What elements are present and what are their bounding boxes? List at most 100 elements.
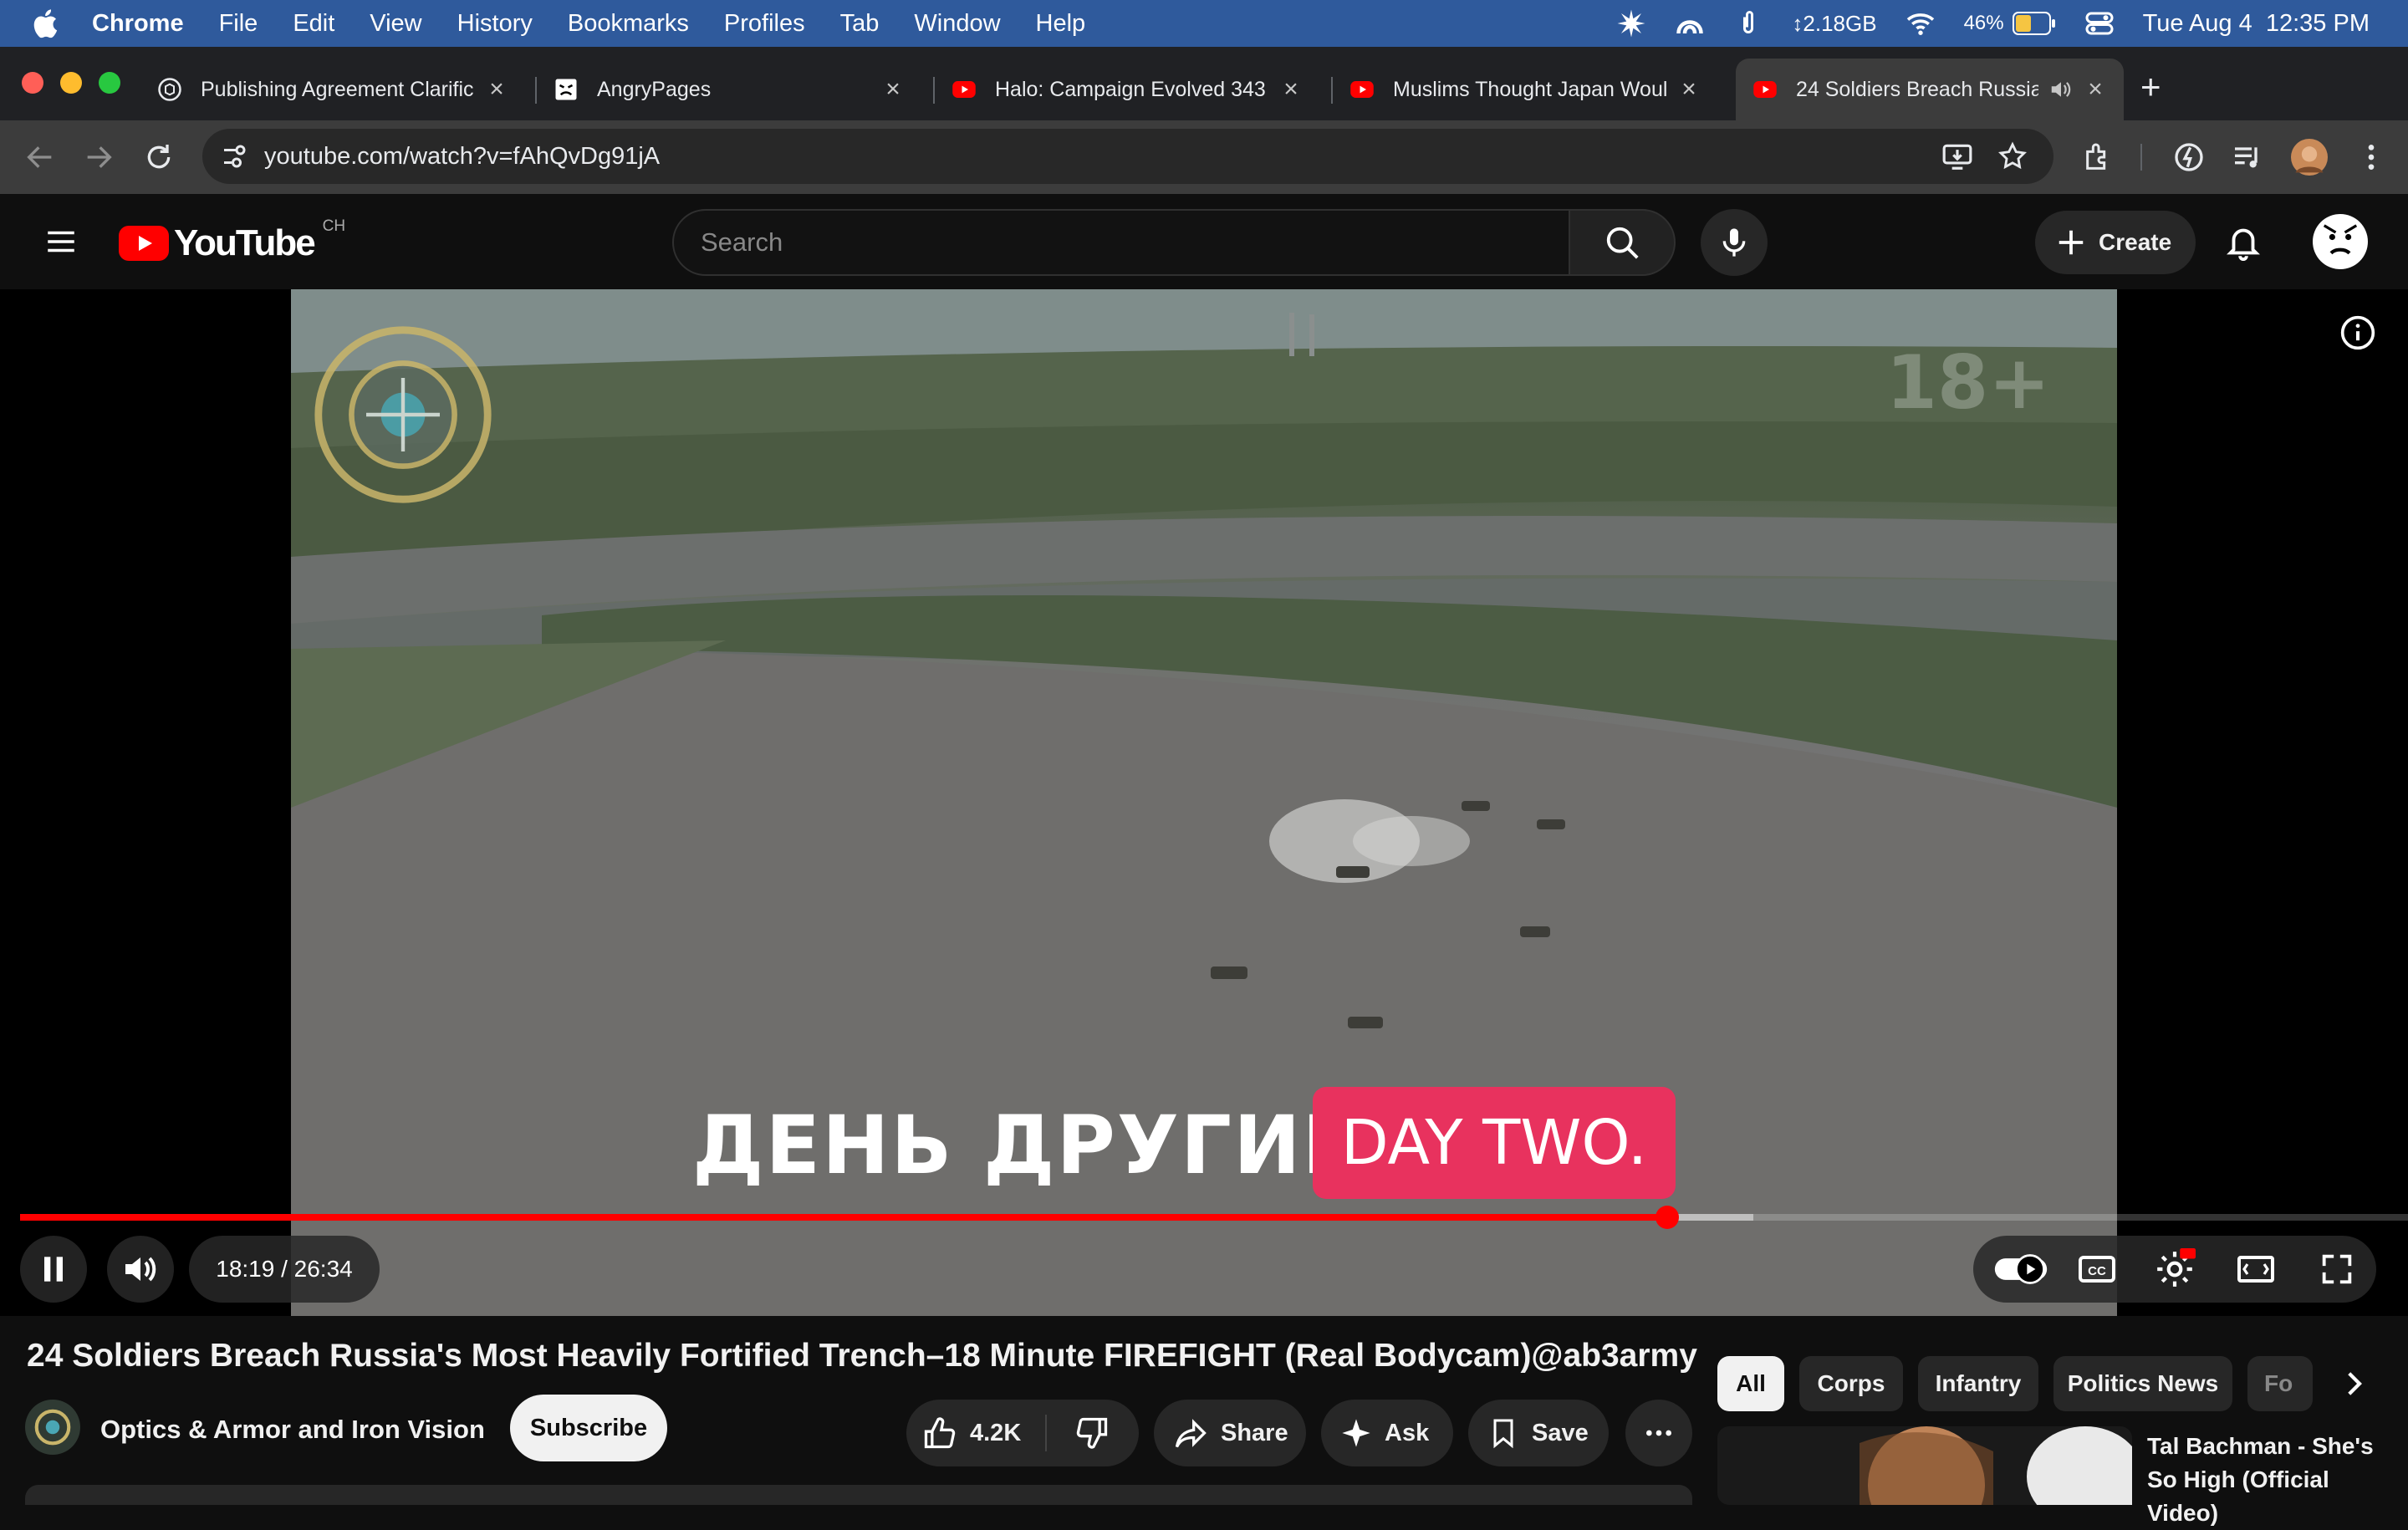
settings-gear-icon[interactable] (2154, 1248, 2196, 1290)
dislike-button[interactable] (1047, 1415, 1137, 1451)
progress-bar[interactable] (20, 1206, 2408, 1229)
profile-avatar[interactable] (2291, 139, 2328, 176)
media-controls-icon[interactable] (2231, 140, 2264, 174)
chip-label: Fo (2264, 1370, 2293, 1396)
save-label: Save (1532, 1419, 1589, 1446)
status-tray: ↕2.18GB 46% Tue Aug 4 12:35 PM (1616, 8, 2408, 38)
search-button[interactable] (1569, 209, 1676, 276)
volume-button[interactable] (107, 1236, 174, 1303)
channel-watermark-logo (314, 326, 492, 503)
arc-icon[interactable] (1675, 8, 1705, 38)
save-button[interactable]: Save (1468, 1400, 1609, 1466)
recommendation-title[interactable]: Tal Bachman - She's So High (Official Vi… (2147, 1430, 2374, 1530)
subscribe-button[interactable]: Subscribe (510, 1395, 667, 1461)
menu-profiles[interactable]: Profiles (724, 10, 805, 38)
paperclip-icon[interactable] (1733, 8, 1763, 38)
like-button[interactable]: 4.2K (906, 1415, 1045, 1451)
memory-readout[interactable]: ↕2.18GB (1792, 11, 1876, 37)
autoplay-toggle-icon[interactable] (1993, 1252, 2048, 1286)
apple-icon[interactable] (30, 7, 64, 40)
bookmark-star-icon[interactable] (1997, 140, 2028, 172)
search-input[interactable]: Search (672, 209, 1570, 276)
bookmark-save-icon (1493, 1419, 1513, 1449)
channel-avatar[interactable] (25, 1400, 80, 1455)
browser-toolbar: youtube.com/watch?v=fAhQvDg91jA (0, 120, 2408, 194)
wifi-icon[interactable] (1905, 8, 1936, 38)
video-frame[interactable]: 18+ ДЕНЬ ДРУГИЙ DAY TWO. (291, 289, 2117, 1316)
menu-app-name[interactable]: Chrome (92, 10, 184, 38)
reload-icon[interactable] (142, 140, 176, 174)
chrome-menu-icon[interactable] (2354, 140, 2388, 174)
audio-playing-icon[interactable] (2048, 77, 2074, 102)
chip-partial[interactable]: Fo (2247, 1356, 2313, 1411)
account-avatar[interactable] (2313, 214, 2368, 269)
menu-history[interactable]: History (457, 10, 533, 38)
play-pause-button[interactable] (20, 1236, 87, 1303)
menu-file[interactable]: File (219, 10, 258, 38)
menu-view[interactable]: View (370, 10, 421, 38)
menu-bookmarks[interactable]: Bookmarks (568, 10, 689, 38)
menu-tab[interactable]: Tab (840, 10, 880, 38)
youtube-logo-icon (119, 226, 169, 261)
site-info-icon[interactable] (219, 141, 249, 171)
url-text[interactable]: youtube.com/watch?v=fAhQvDg91jA (264, 143, 660, 171)
chip-all[interactable]: All (1717, 1356, 1784, 1411)
hamburger-menu-icon[interactable] (43, 224, 79, 259)
tab-publishing-agreement[interactable]: Publishing Agreement Clarific × (140, 59, 525, 120)
tab-close-icon[interactable]: × (881, 75, 905, 104)
volume-icon (125, 1257, 156, 1282)
window-close-button[interactable] (22, 72, 43, 94)
voice-search-button[interactable] (1701, 209, 1768, 276)
tab-24-soldiers[interactable]: 24 Soldiers Breach Russia × (1736, 59, 2124, 120)
channel-action-row: Optics & Armor and Iron Vision Subscribe… (0, 1395, 1706, 1471)
notifications-bell-icon[interactable] (2224, 222, 2263, 261)
recommendation-chips: All Corps Infantry Politics News Fo (1717, 1356, 2408, 1413)
time-display[interactable]: 18:19 / 26:34 (189, 1236, 380, 1303)
forward-icon[interactable] (82, 140, 115, 174)
menu-help[interactable]: Help (1036, 10, 1086, 38)
closed-captions-icon[interactable]: CC (2077, 1249, 2117, 1289)
sparkle-icon[interactable] (1616, 8, 1646, 38)
extensions-icon[interactable] (2082, 140, 2115, 174)
window-minimize-button[interactable] (60, 72, 82, 94)
tab-close-icon[interactable]: × (1279, 75, 1303, 104)
share-button[interactable]: Share (1154, 1400, 1306, 1466)
channel-name[interactable]: Optics & Armor and Iron Vision (100, 1415, 485, 1445)
tab-close-icon[interactable]: × (1677, 75, 1701, 104)
video-player[interactable]: 18+ ДЕНЬ ДРУГИЙ DAY TWO. 18:19 / 26:34 C… (0, 289, 2408, 1316)
back-icon[interactable] (23, 140, 57, 174)
recommendation-item[interactable]: Tal Bachman - She's So High (Official Vi… (1717, 1426, 2408, 1526)
tab-close-icon[interactable]: × (485, 75, 508, 104)
chip-politics-news[interactable]: Politics News (2053, 1356, 2232, 1411)
video-info-icon[interactable] (2339, 314, 2376, 351)
chip-corps[interactable]: Corps (1799, 1356, 1903, 1411)
window-zoom-button[interactable] (99, 72, 120, 94)
address-bar[interactable]: youtube.com/watch?v=fAhQvDg91jA (202, 129, 2053, 184)
ask-button[interactable]: Ask (1321, 1400, 1453, 1466)
chip-label: Infantry (1935, 1370, 2022, 1396)
tab-angrypages[interactable]: AngryPages × (537, 59, 921, 120)
scrubber-handle[interactable] (1655, 1206, 1679, 1229)
chip-infantry[interactable]: Infantry (1918, 1356, 2038, 1411)
more-actions-button[interactable] (1625, 1400, 1692, 1466)
clock[interactable]: Tue Aug 4 12:35 PM (2143, 10, 2370, 38)
fullscreen-icon[interactable] (2318, 1250, 2356, 1288)
install-app-icon[interactable] (1941, 140, 1973, 172)
new-tab-button[interactable]: + (2140, 67, 2161, 107)
create-button[interactable]: Create (2035, 211, 2196, 274)
control-center-icon[interactable] (2084, 8, 2115, 38)
theater-mode-icon[interactable] (2236, 1249, 2276, 1289)
recommendation-thumbnail[interactable] (1717, 1426, 2132, 1505)
youtube-logo[interactable]: YouTube CH (119, 217, 345, 264)
country-code: CH (322, 217, 346, 235)
share-icon (1175, 1419, 1207, 1448)
recommendation-title-line: So High (Official (2147, 1466, 2329, 1492)
menu-window[interactable]: Window (914, 10, 1000, 38)
battery-indicator[interactable]: 46% (1964, 12, 2056, 35)
tab-muslims-japan[interactable]: Muslims Thought Japan Woul × (1333, 59, 1717, 120)
tab-close-icon[interactable]: × (2084, 75, 2107, 104)
tab-halo[interactable]: Halo: Campaign Evolved 343 × (935, 59, 1319, 120)
performance-icon[interactable] (2172, 140, 2206, 174)
chips-next-icon[interactable] (2336, 1366, 2371, 1401)
menu-edit[interactable]: Edit (293, 10, 334, 38)
